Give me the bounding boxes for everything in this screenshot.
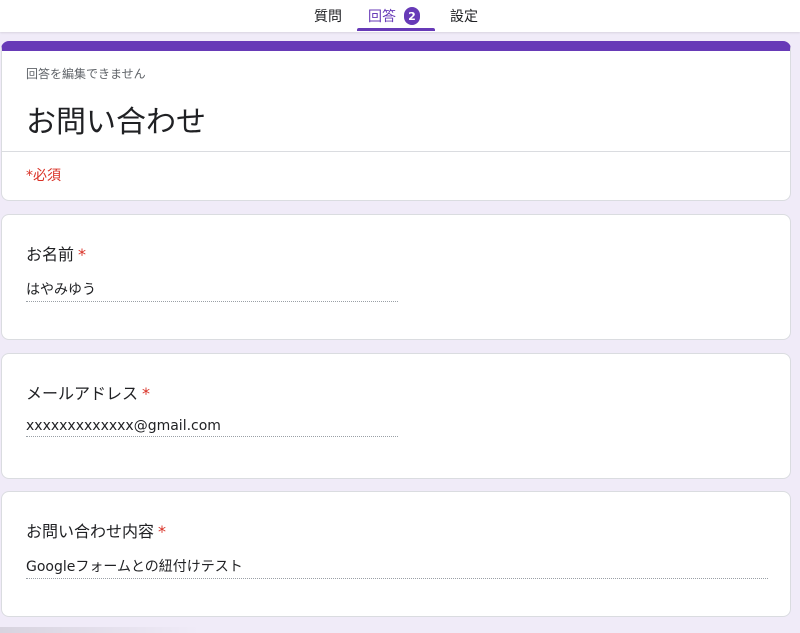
question-label-text: メールアドレス — [26, 384, 139, 403]
edit-disabled-note: 回答を編集できません — [26, 67, 146, 81]
form-header-card: 回答を編集できません お問い合わせ *必須 — [1, 41, 791, 201]
tab-settings-label: 設定 — [450, 9, 478, 25]
form-title: お問い合わせ — [26, 105, 206, 140]
question-card-name: お名前 * はやみゆう — [1, 214, 791, 340]
tab-questions[interactable]: 質問 — [314, 0, 342, 32]
required-asterisk: * — [142, 384, 151, 403]
question-label: お名前 * — [26, 241, 86, 265]
responses-count-badge: 2 — [404, 7, 420, 25]
active-tab-indicator — [357, 28, 435, 31]
required-asterisk: * — [158, 522, 167, 541]
answer-field-email[interactable]: xxxxxxxxxxxxx@gmail.com — [26, 418, 398, 437]
tab-questions-label: 質問 — [314, 9, 342, 25]
required-note: *必須 — [26, 168, 61, 184]
question-card-inquiry: お問い合わせ内容 * Googleフォームとの紐付けテスト — [1, 491, 791, 617]
question-label-text: お問い合わせ内容 — [26, 522, 155, 541]
question-card-email: メールアドレス * xxxxxxxxxxxxx@gmail.com — [1, 353, 791, 479]
answer-field-inquiry[interactable]: Googleフォームとの紐付けテスト — [26, 556, 768, 579]
question-label: お問い合わせ内容 * — [26, 518, 166, 542]
top-tab-bar: 質問 回答 2 設定 — [0, 0, 800, 32]
required-asterisk: * — [78, 245, 87, 264]
question-label: メールアドレス * — [26, 380, 150, 404]
bottom-shadow — [0, 627, 200, 633]
answer-field-name[interactable]: はやみゆう — [26, 279, 398, 302]
question-label-text: お名前 — [26, 245, 75, 264]
tab-settings[interactable]: 設定 — [450, 0, 478, 32]
tab-responses-label: 回答 — [368, 9, 396, 25]
header-divider — [2, 151, 790, 152]
